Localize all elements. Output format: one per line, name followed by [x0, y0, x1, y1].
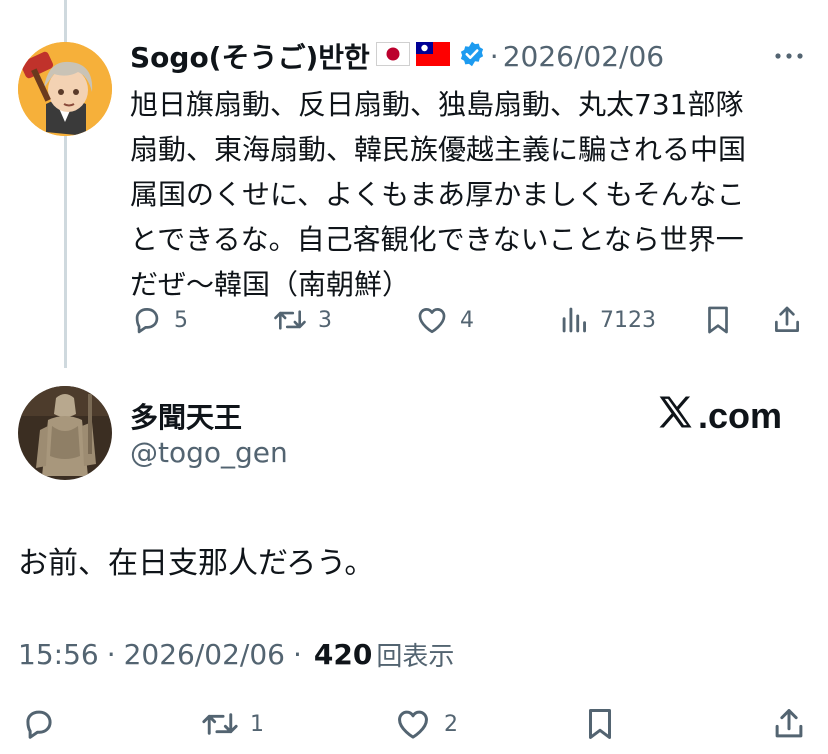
tweet-date[interactable]: 2026/02/06 — [124, 638, 285, 671]
tweet-action-bar: 5 3 4 7123 — [130, 300, 810, 340]
like-button[interactable]: 2 — [392, 702, 458, 746]
repost-icon — [200, 705, 240, 743]
heart-icon — [414, 303, 450, 337]
watermark-text: .com — [697, 395, 782, 436]
bookmark-icon — [582, 705, 618, 743]
repost-icon — [272, 303, 308, 337]
separator: · — [489, 39, 499, 73]
x-logo-icon — [656, 394, 698, 439]
tweet-time[interactable]: 15:56 — [18, 638, 99, 671]
display-name[interactable]: Sogo(そうご)반한 — [130, 36, 370, 76]
tweet-meta: 15:56 · 2026/02/06 · 420 回表示 — [18, 636, 454, 672]
views-count: 420 — [313, 637, 373, 671]
bookmark-button[interactable] — [702, 300, 734, 340]
display-name[interactable]: 多聞天王 — [130, 396, 242, 436]
share-button[interactable] — [770, 702, 808, 746]
views-label: 回表示 — [376, 641, 455, 672]
japan-flag-icon — [375, 41, 410, 71]
tweet-action-bar: 1 2 — [0, 702, 828, 746]
reply-icon — [20, 705, 58, 743]
heart-icon — [392, 705, 434, 743]
like-count: 2 — [444, 711, 458, 737]
repost-button[interactable]: 3 — [272, 300, 332, 340]
views-count: 7123 — [600, 307, 656, 333]
like-button[interactable]: 4 — [414, 300, 474, 340]
tweet-date[interactable]: 2026/02/06 — [503, 40, 664, 73]
repost-button[interactable]: 1 — [200, 702, 264, 746]
share-button[interactable] — [770, 300, 804, 340]
analytics-icon — [560, 303, 590, 337]
tweet-screenshot: Sogo(そうご)반한 · 2026/02/06 旭日旗扇動、反日扇動、独島扇動… — [0, 0, 828, 754]
separator: · — [106, 637, 116, 671]
reply-button[interactable] — [20, 702, 58, 746]
share-icon — [770, 303, 804, 337]
reply-icon — [130, 303, 164, 337]
share-icon — [770, 705, 808, 743]
views-button[interactable]: 7123 — [560, 300, 656, 340]
reply-count: 5 — [174, 307, 188, 333]
tweet-text: お前、在日支那人だろう。 — [18, 546, 375, 581]
x-logo: .com — [656, 394, 782, 438]
taiwan-flag-icon — [415, 41, 450, 71]
reply-button[interactable]: 5 — [130, 300, 188, 340]
repost-count: 3 — [318, 307, 332, 333]
more-options-icon[interactable] — [772, 46, 806, 66]
tweet-text: 旭日旗扇動、反日扇動、独島扇動、丸太731部隊 扇動、東海扇動、韓民族優越主義に… — [130, 88, 747, 301]
separator: · — [293, 637, 302, 671]
bookmark-icon — [702, 303, 734, 337]
repost-count: 1 — [250, 711, 264, 737]
user-handle[interactable]: @togo_gen — [130, 436, 288, 469]
tweet-header: Sogo(そうご)반한 · 2026/02/06 — [130, 36, 664, 76]
avatar-sogo[interactable] — [18, 42, 112, 136]
avatar-togo-gen[interactable] — [18, 386, 112, 480]
like-count: 4 — [460, 307, 474, 333]
verified-badge-icon — [458, 40, 486, 73]
bookmark-button[interactable] — [582, 702, 618, 746]
